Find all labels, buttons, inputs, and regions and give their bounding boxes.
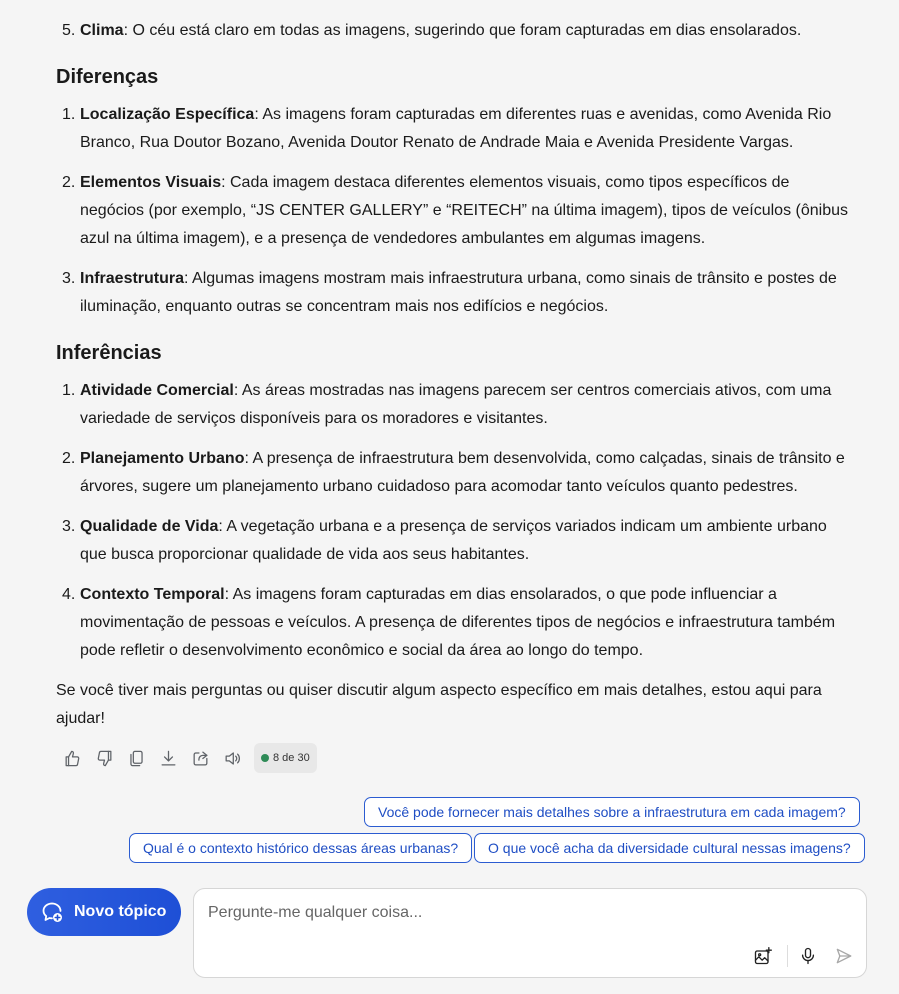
list-item: 1. Atividade Comercial: As áreas mostrada… (56, 377, 856, 433)
list-item: 3. Qualidade de Vida: A vegetação urbana … (56, 513, 856, 569)
list-item: 2. Planejamento Urbano: A presença de inf… (56, 445, 856, 501)
list-item: 4. Contexto Temporal: As imagens foram ca… (56, 581, 856, 665)
list-item-text: : O céu está claro em todas as imagens, … (123, 22, 802, 39)
list-number: 3. (62, 518, 76, 535)
list-item: 1. Localização Específica: As imagens for… (56, 101, 856, 157)
closing-text: Se você tiver mais perguntas ou quiser d… (56, 682, 822, 727)
list-item-text: : Algumas imagens mostram mais infraestr… (80, 270, 837, 315)
new-chat-icon (42, 902, 62, 922)
list-number: 5. (62, 22, 76, 39)
download-icon[interactable] (152, 742, 184, 774)
list-number: 2. (62, 174, 76, 191)
list-item-title: Elementos Visuais (80, 174, 222, 191)
copy-icon[interactable] (120, 742, 152, 774)
chat-composer (193, 888, 867, 978)
list-item-title: Clima (80, 22, 124, 39)
new-topic-label: Novo tópico (74, 903, 167, 920)
microphone-icon[interactable] (795, 943, 821, 969)
section-heading-inferences: Inferências (56, 342, 162, 364)
assistant-message: 5. Clima: O céu está claro em todas as im… (56, 0, 856, 733)
suggestion-chip[interactable]: Você pode fornecer mais detalhes sobre a… (364, 797, 860, 827)
list-item-title: Infraestrutura (80, 270, 185, 287)
suggestion-chip[interactable]: O que você acha da diversidade cultural … (474, 833, 865, 863)
speaker-icon[interactable] (216, 742, 248, 774)
list-item: 2. Elementos Visuais: Cada imagem destaca… (56, 169, 856, 253)
list-number: 1. (62, 382, 76, 399)
list-number: 2. (62, 450, 76, 467)
list-item-title: Qualidade de Vida (80, 518, 219, 535)
list-item: 5. Clima: O céu está claro em todas as im… (56, 17, 856, 45)
list-item-title: Localização Específica (80, 106, 255, 123)
section-heading-differences: Diferenças (56, 66, 159, 88)
image-add-icon[interactable] (750, 943, 776, 969)
list-number: 4. (62, 586, 76, 603)
new-topic-button[interactable]: Novo tópico (27, 888, 181, 936)
chat-input[interactable] (208, 901, 828, 925)
thumbs-down-icon[interactable] (88, 742, 120, 774)
share-icon[interactable] (184, 742, 216, 774)
divider (787, 945, 788, 967)
thumbs-up-icon[interactable] (56, 742, 88, 774)
counter-text: 8 de 30 (273, 752, 310, 764)
suggestion-chip[interactable]: Qual é o contexto histórico dessas áreas… (129, 833, 473, 863)
list-item-title: Contexto Temporal (80, 586, 225, 603)
list-item-title: Planejamento Urbano (80, 450, 245, 467)
response-counter: 8 de 30 (254, 743, 317, 773)
list-item: 3. Infraestrutura: Algumas imagens mostra… (56, 265, 856, 321)
message-actions: 8 de 30 (56, 742, 317, 774)
send-icon[interactable] (831, 943, 857, 969)
list-item-title: Atividade Comercial (80, 382, 234, 399)
list-number: 3. (62, 270, 76, 287)
status-dot (261, 754, 269, 762)
list-number: 1. (62, 106, 76, 123)
